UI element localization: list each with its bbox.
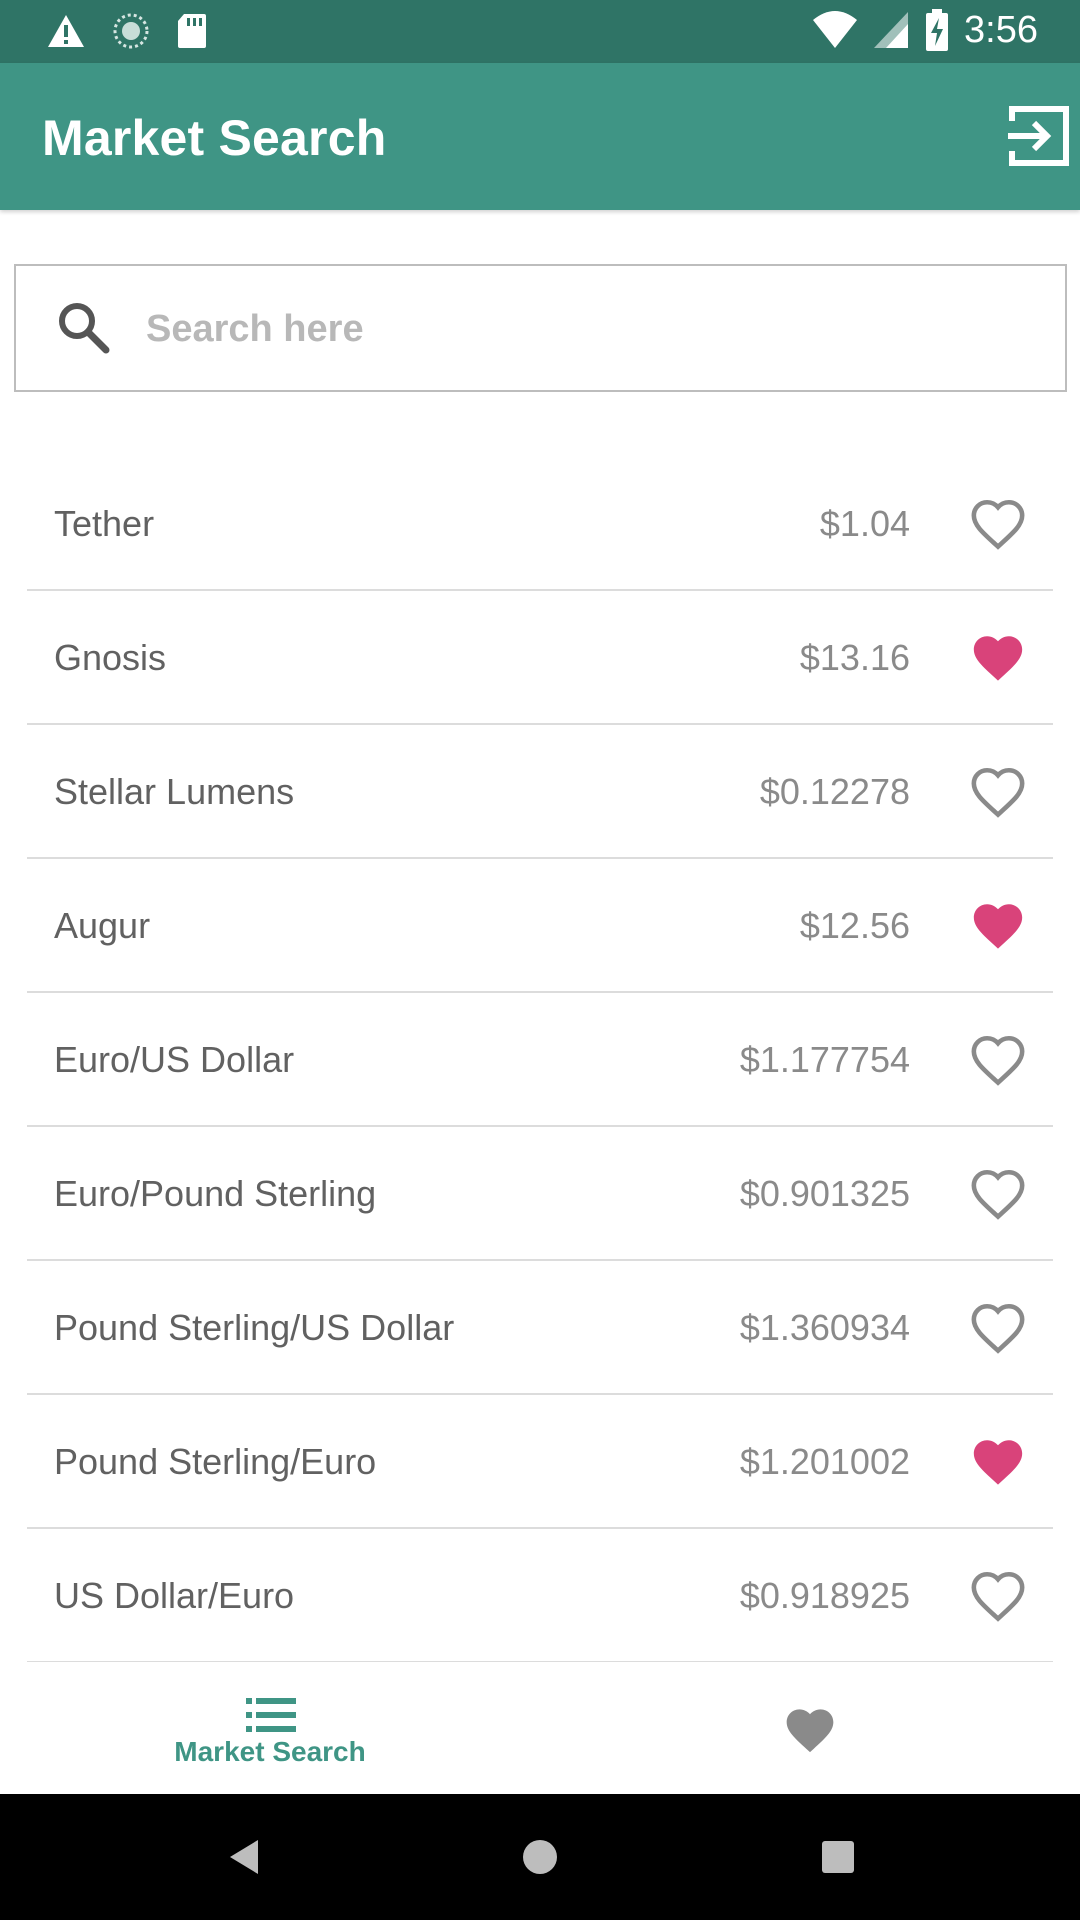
market-price: $0.12278 [759, 771, 910, 812]
bottom-nav: Market Search [0, 1662, 1080, 1794]
market-name: US Dollar/Euro [54, 1575, 295, 1616]
market-name: Euro/Pound Sterling [54, 1173, 377, 1214]
search-icon [59, 303, 110, 354]
market-price: $1.201002 [739, 1441, 910, 1482]
warning-icon [48, 15, 84, 47]
heart-outline-icon[interactable] [969, 763, 1027, 821]
market-name: Euro/US Dollar [54, 1039, 295, 1080]
nav-market-search-label: Market Search [174, 1736, 366, 1767]
market-price: $12.56 [799, 905, 910, 946]
logout-icon [1008, 106, 1069, 166]
recents-icon[interactable] [815, 1834, 861, 1880]
search-box[interactable] [14, 264, 1067, 392]
status-time: 3:56 [964, 8, 1038, 51]
market-name: Gnosis [54, 637, 167, 678]
list-item[interactable]: US Dollar/Euro $0.918925 [27, 1529, 1053, 1663]
list-item[interactable]: Pound Sterling/Euro $1.201002 [27, 1395, 1053, 1529]
heart-filled-icon[interactable] [969, 629, 1027, 687]
list-item[interactable]: Stellar Lumens $0.12278 [27, 725, 1053, 859]
heart-outline-icon[interactable] [969, 1031, 1027, 1089]
market-price: $0.918925 [739, 1575, 910, 1616]
search-input[interactable] [146, 286, 1026, 372]
sync-icon [113, 13, 149, 49]
list-item[interactable]: Gnosis $13.16 [27, 591, 1053, 725]
heart-outline-icon[interactable] [969, 1299, 1027, 1357]
list-item[interactable]: Pound Sterling/US Dollar $1.360934 [27, 1261, 1053, 1395]
sd-card-icon [178, 14, 206, 48]
list-item[interactable]: Augur $12.56 [27, 859, 1053, 993]
heart-outline-icon[interactable] [969, 1567, 1027, 1625]
heart-outline-icon[interactable] [969, 495, 1027, 553]
heart-filled-icon[interactable] [969, 1433, 1027, 1491]
cell-signal-icon [874, 12, 909, 48]
wifi-icon [813, 11, 858, 48]
market-price: $0.901325 [739, 1173, 910, 1214]
market-price: $1.177754 [739, 1039, 910, 1080]
logout-button[interactable] [1006, 103, 1072, 169]
list-item[interactable]: Euro/US Dollar $1.177754 [27, 993, 1053, 1127]
market-price: $1.04 [819, 503, 910, 544]
heart-filled-icon[interactable] [969, 897, 1027, 955]
market-name: Augur [54, 905, 151, 946]
market-price: $1.360934 [739, 1307, 910, 1348]
market-name: Pound Sterling/US Dollar [54, 1307, 455, 1348]
list-item[interactable]: Euro/Pound Sterling $0.901325 [27, 1127, 1053, 1261]
battery-charging-icon [926, 9, 949, 51]
market-name: Stellar Lumens [54, 771, 295, 812]
back-icon[interactable] [222, 1834, 268, 1880]
market-price: $13.16 [799, 637, 910, 678]
heart-icon [786, 1709, 834, 1753]
nav-favorites[interactable] [540, 1662, 1080, 1794]
system-nav-bar [0, 1794, 1080, 1920]
list-item[interactable]: Tether $1.04 [27, 457, 1053, 591]
list-icon [246, 1698, 296, 1732]
market-name: Tether [54, 503, 155, 544]
home-icon[interactable] [517, 1834, 563, 1880]
heart-outline-icon[interactable] [969, 1165, 1027, 1223]
status-bar: 3:56 [0, 0, 1080, 63]
app-bar: Market Search [0, 63, 1080, 210]
market-name: Pound Sterling/Euro [54, 1441, 377, 1482]
page-title: Market Search [42, 110, 387, 166]
market-list: Tether $1.04 Gnosis $13.16 Stellar Lumens $0.… [27, 457, 1053, 1663]
nav-market-search[interactable]: Market Search [0, 1662, 540, 1794]
